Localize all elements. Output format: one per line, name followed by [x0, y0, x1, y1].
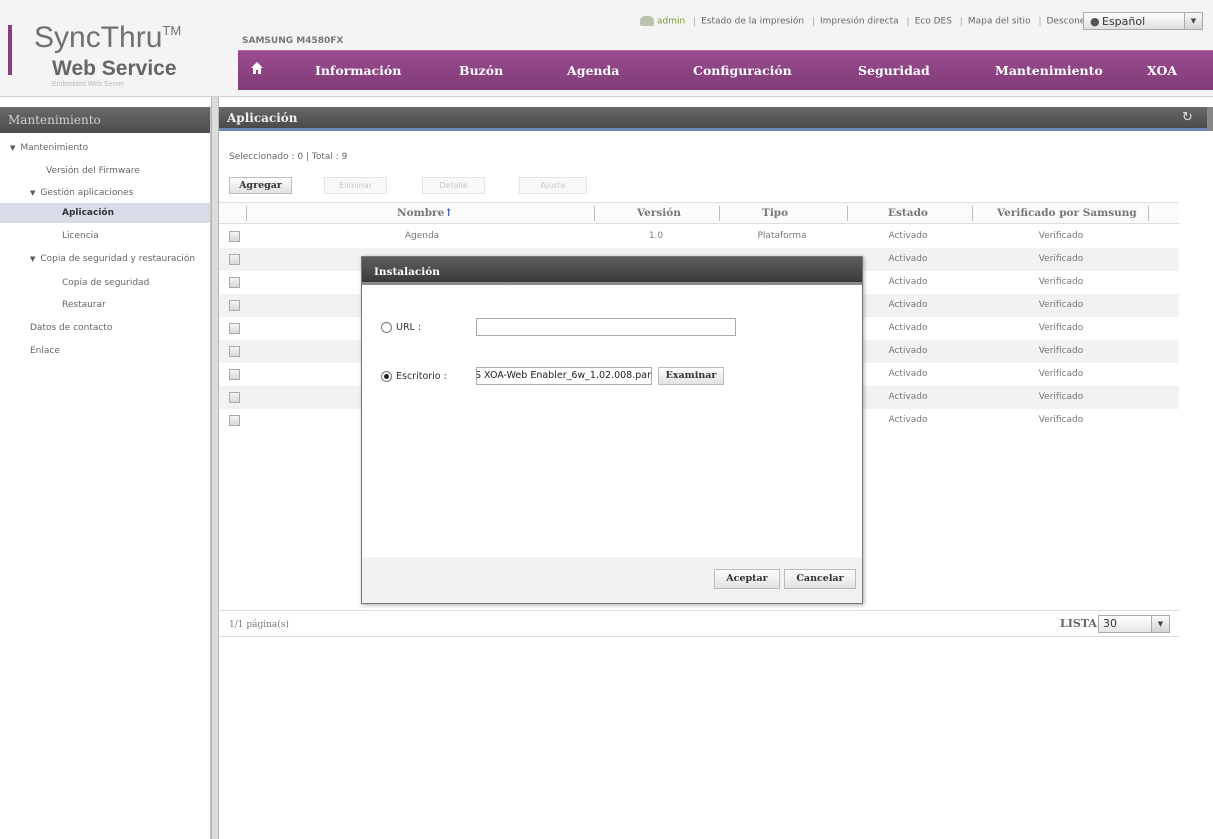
sidebar-item-licencia[interactable]: Licencia	[62, 231, 99, 241]
col-version[interactable]: Versión	[637, 207, 681, 219]
sidebar-title: Mantenimiento	[0, 107, 210, 133]
syncthru-logo: SyncThruTM Web Service Embedded Web Serv…	[0, 13, 210, 91]
detail-button[interactable]: Detalle	[422, 177, 485, 194]
cancel-button[interactable]: Cancelar	[784, 569, 856, 589]
url-input[interactable]	[476, 318, 736, 336]
col-verificado[interactable]: Verificado por Samsung	[997, 207, 1137, 219]
sort-ascending-icon: ↑	[444, 207, 454, 219]
refresh-icon[interactable]: ↻	[1182, 110, 1193, 125]
language-select[interactable]: ● Español ▼	[1083, 12, 1203, 30]
row-checkbox[interactable]	[229, 254, 240, 265]
url-radio[interactable]	[381, 322, 392, 333]
logo-line2: Web Service	[52, 57, 177, 80]
top-links: admin | Estado de la impresión | Impresión…	[640, 16, 1104, 27]
sidebar-item-gestion-aplicaciones[interactable]: ▼ Gestión aplicaciones	[30, 188, 133, 198]
row-checkbox[interactable]	[229, 392, 240, 403]
list-size-select[interactable]: 30 ▼	[1098, 615, 1170, 633]
table-row[interactable]: Agenda 1.0 Plataforma Activado Verificad…	[219, 225, 1179, 248]
sidebar-item-copia-seguridad[interactable]: Copia de seguridad	[62, 278, 149, 288]
sidebar-item-copia-restauracion[interactable]: ▼ Copia de seguridad y restauración	[30, 254, 195, 264]
dialog-footer: Aceptar Cancelar	[362, 557, 862, 603]
list-size-label: LISTA	[1060, 617, 1097, 630]
dialog-title: Instalación	[374, 266, 440, 278]
nav-informacion[interactable]: Información	[315, 63, 401, 78]
nav-configuracion[interactable]: Configuración	[693, 63, 792, 78]
globe-icon: ●	[1090, 15, 1100, 28]
col-estado[interactable]: Estado	[888, 207, 928, 219]
chevron-down-icon: ▼	[1184, 13, 1202, 29]
settings-button[interactable]: Ajuste	[519, 177, 587, 194]
selection-summary: Seleccionado : 0 | Total : 9	[229, 152, 348, 162]
page-count: 1/1 página(s)	[229, 620, 289, 630]
row-checkbox[interactable]	[229, 346, 240, 357]
browse-button[interactable]: Examinar	[658, 367, 724, 385]
device-model: SAMSUNG M4580FX	[242, 36, 344, 46]
page-title: Aplicación	[227, 111, 298, 125]
sidebar-item-datos-contacto[interactable]: Datos de contacto	[30, 323, 112, 333]
chevron-down-icon: ▼	[1151, 616, 1169, 632]
expanded-triangle-icon: ▼	[30, 255, 36, 263]
desktop-radio[interactable]	[381, 371, 392, 382]
row-checkbox[interactable]	[229, 415, 240, 426]
nav-mantenimiento[interactable]: Mantenimiento	[995, 63, 1103, 78]
file-path-input[interactable]: CPS XOA-Web Enabler_6w_1.02.008.par	[476, 367, 652, 385]
link-sitemap[interactable]: Mapa del sitio	[968, 17, 1031, 27]
home-icon[interactable]	[250, 61, 264, 75]
sidebar-splitter[interactable]	[211, 97, 219, 839]
row-checkbox[interactable]	[229, 277, 240, 288]
logo-bar	[8, 25, 12, 75]
user-icon	[640, 16, 654, 26]
expanded-triangle-icon: ▼	[30, 189, 36, 197]
sidebar-item-restaurar[interactable]: Restaurar	[62, 300, 106, 310]
sidebar-item-mantenimiento[interactable]: ▼ Mantenimiento	[10, 143, 88, 153]
logo-line1: SyncThruTM	[34, 21, 182, 54]
table-footer: 1/1 página(s) LISTA 30 ▼	[219, 610, 1179, 637]
nav-xoa[interactable]: XOA	[1147, 63, 1177, 78]
panel-collapse-tab[interactable]	[1207, 107, 1213, 131]
delete-button[interactable]: Eliminar	[324, 177, 387, 194]
col-nombre[interactable]: Nombre↑	[397, 207, 453, 219]
link-print-status[interactable]: Estado de la impresión	[701, 17, 804, 27]
link-eco-des[interactable]: Eco DES	[915, 17, 952, 27]
add-button[interactable]: Agregar	[229, 177, 292, 194]
logo-line3: Embedded Web Server	[52, 81, 125, 88]
row-checkbox[interactable]	[229, 369, 240, 380]
user-link[interactable]: admin	[657, 17, 685, 27]
row-checkbox[interactable]	[229, 231, 240, 242]
sidebar: Mantenimiento ▼ Mantenimiento Versión del…	[0, 107, 211, 839]
content-header: Aplicación ↻	[219, 107, 1213, 131]
nav-agenda[interactable]: Agenda	[567, 63, 619, 78]
table-header: Nombre↑ Versión Tipo Estado Verificado p…	[219, 202, 1179, 224]
sidebar-item-aplicacion[interactable]: Aplicación	[62, 208, 114, 218]
sidebar-item-enlace[interactable]: Enlace	[30, 346, 60, 356]
col-tipo[interactable]: Tipo	[762, 207, 788, 219]
row-checkbox[interactable]	[229, 323, 240, 334]
url-label: URL :	[396, 322, 422, 333]
main-nav: Información Buzón Agenda Configuración S…	[238, 50, 1213, 90]
sidebar-item-firmware[interactable]: Versión del Firmware	[46, 166, 140, 176]
header: SyncThruTM Web Service Embedded Web Serv…	[0, 0, 1213, 97]
nav-buzon[interactable]: Buzón	[459, 63, 503, 78]
row-checkbox[interactable]	[229, 300, 240, 311]
dialog-header: Instalación	[362, 257, 862, 285]
nav-seguridad[interactable]: Seguridad	[858, 63, 930, 78]
ok-button[interactable]: Aceptar	[714, 569, 780, 589]
expanded-triangle-icon: ▼	[10, 144, 16, 152]
link-direct-print[interactable]: Impresión directa	[820, 17, 899, 27]
desktop-label: Escritorio :	[396, 371, 447, 382]
installation-dialog: Instalación URL : Escritorio : CPS XOA-W…	[361, 256, 863, 604]
